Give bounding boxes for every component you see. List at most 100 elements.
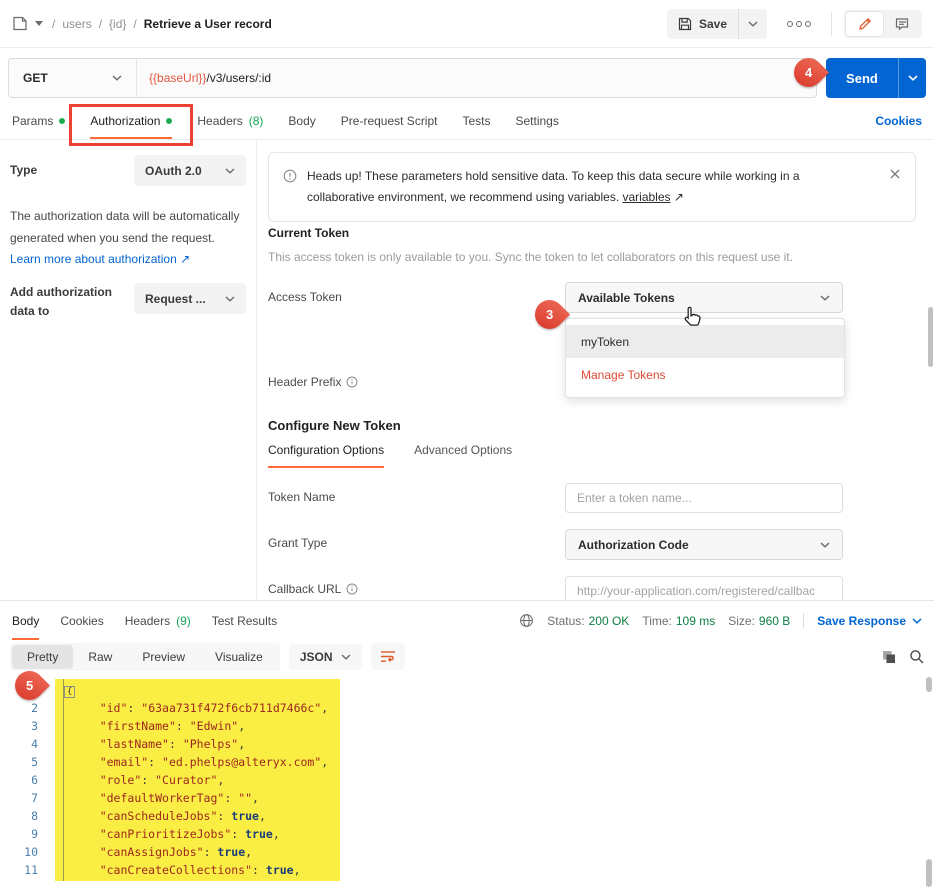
request-tab-settings[interactable]: Settings: [516, 103, 559, 139]
scrollbar-thumb[interactable]: [926, 859, 932, 887]
tab-label: Settings: [516, 114, 559, 128]
config-tab-advanced-options[interactable]: Advanced Options: [414, 443, 512, 468]
line-number[interactable]: 5: [0, 753, 50, 771]
send-button[interactable]: Send: [826, 58, 926, 98]
save-response-button[interactable]: Save Response: [817, 614, 922, 628]
top-bar: / users / {id} / Retrieve a User record …: [0, 0, 934, 48]
save-options-button[interactable]: [738, 9, 767, 39]
add-to-value: Request ...: [145, 292, 206, 306]
breadcrumb-separator: /: [52, 17, 55, 31]
request-tab-headers[interactable]: Headers(8): [197, 103, 263, 139]
line-number[interactable]: 8: [0, 807, 50, 825]
view-tab-pretty[interactable]: Pretty: [12, 645, 73, 669]
add-to-dropdown[interactable]: Request ...: [134, 283, 246, 314]
auth-main-panel: Heads up! These parameters hold sensitiv…: [258, 141, 934, 600]
code-line: 11 "canCreateCollections": true,: [0, 861, 934, 879]
breadcrumb-separator: /: [133, 17, 136, 31]
learn-more-link[interactable]: Learn more about authorization ↗: [10, 252, 190, 266]
edit-comment-group: [844, 10, 922, 38]
request-tab-params[interactable]: Params: [12, 103, 65, 139]
save-label: Save: [699, 17, 727, 31]
code-line: 2 "id": "63aa731f472f6cb711d7466c",: [0, 699, 934, 717]
info-icon: [346, 583, 358, 595]
request-tab-tests[interactable]: Tests: [462, 103, 490, 139]
search-icon[interactable]: [909, 649, 924, 664]
header-prefix-label: Header Prefix: [268, 375, 358, 389]
save-button-group: Save: [667, 9, 767, 39]
scrollbar-thumb[interactable]: [928, 307, 933, 367]
network-globe-icon[interactable]: [519, 613, 534, 628]
chevron-down-icon: [112, 75, 122, 81]
breadcrumb: / users / {id} / Retrieve a User record: [12, 16, 272, 31]
view-tab-preview[interactable]: Preview: [127, 645, 200, 669]
request-file-icon[interactable]: [12, 16, 28, 31]
meta-divider: [803, 613, 804, 628]
line-number[interactable]: 4: [0, 735, 50, 753]
url-input[interactable]: {{baseUrl}}/v3/users/:id: [137, 71, 283, 85]
warning-text: Heads up! These parameters hold sensitiv…: [307, 166, 863, 208]
size-value: 960 B: [759, 614, 790, 628]
fold-toggle-icon[interactable]: {: [64, 686, 75, 698]
breadcrumb-caret-icon[interactable]: [35, 21, 43, 26]
green-dot: [59, 118, 65, 124]
cookies-link[interactable]: Cookies: [875, 114, 922, 128]
response-tab-test-results[interactable]: Test Results: [212, 601, 277, 640]
wrap-lines-button[interactable]: [371, 643, 405, 670]
auth-type-dropdown[interactable]: OAuth 2.0: [134, 155, 246, 186]
alert-circle-icon: [283, 166, 297, 208]
copy-icon[interactable]: [882, 650, 896, 664]
response-tab-headers[interactable]: Headers(9): [125, 601, 191, 640]
breadcrumb-item-id[interactable]: {id}: [109, 17, 126, 31]
callback-url-input[interactable]: [565, 576, 843, 600]
menu-item-mytoken[interactable]: myToken: [566, 325, 844, 358]
request-tab-body[interactable]: Body: [288, 103, 315, 139]
method-dropdown[interactable]: GET: [9, 71, 136, 85]
format-dropdown[interactable]: JSON: [289, 644, 362, 670]
line-number[interactable]: 11: [0, 861, 50, 879]
method-url-field: GET {{baseUrl}}/v3/users/:id: [8, 58, 817, 98]
request-tab-authorization[interactable]: Authorization: [90, 103, 172, 139]
grant-type-dropdown[interactable]: Authorization Code: [565, 529, 843, 560]
type-label: Type: [10, 155, 37, 186]
wrap-text-icon: [380, 650, 396, 663]
line-number[interactable]: 3: [0, 717, 50, 735]
line-number[interactable]: 9: [0, 825, 50, 843]
response-body-editor[interactable]: 1{2 "id": "63aa731f472f6cb711d7466c",3 "…: [0, 673, 934, 891]
status-indicator: Status: 200 OK: [547, 614, 629, 628]
response-panel: Body Cookies Headers(9) Test Results Status…: [0, 600, 934, 891]
menu-item-manage-tokens[interactable]: Manage Tokens: [566, 358, 844, 391]
access-token-value: Available Tokens: [578, 291, 675, 305]
view-tab-raw[interactable]: Raw: [73, 645, 127, 669]
close-icon[interactable]: [889, 166, 901, 208]
comment-button[interactable]: [883, 12, 920, 36]
add-to-label: Add authorization data to: [10, 283, 120, 321]
edit-button[interactable]: [846, 12, 883, 36]
token-name-input[interactable]: [565, 483, 843, 513]
method-value: GET: [23, 71, 48, 85]
breadcrumb-item-users[interactable]: users: [62, 17, 91, 31]
send-label: Send: [826, 58, 898, 98]
variables-link[interactable]: variables: [623, 190, 671, 204]
tab-label: Headers: [197, 114, 242, 128]
view-tab-visualize[interactable]: Visualize: [200, 645, 278, 669]
line-number[interactable]: 2: [0, 699, 50, 717]
save-button[interactable]: Save: [667, 9, 738, 39]
config-tab-configuration-options[interactable]: Configuration Options: [268, 443, 384, 468]
access-token-dropdown[interactable]: Available Tokens: [565, 282, 843, 313]
status-value: 200 OK: [589, 614, 630, 628]
grant-type-label: Grant Type: [268, 536, 327, 550]
more-options-button[interactable]: [779, 15, 819, 33]
response-tab-cookies[interactable]: Cookies: [60, 601, 103, 640]
line-number[interactable]: 10: [0, 843, 50, 861]
line-content: "firstName": "Edwin",: [50, 717, 245, 735]
line-number[interactable]: 7: [0, 789, 50, 807]
scrollbar-thumb[interactable]: [926, 677, 932, 692]
tab-label: Authorization: [90, 114, 160, 128]
send-options-button[interactable]: [898, 58, 926, 98]
request-title[interactable]: Retrieve a User record: [144, 17, 272, 31]
request-tab-pre-request-script[interactable]: Pre-request Script: [341, 103, 438, 139]
tab-label: Body: [288, 114, 315, 128]
chevron-down-icon: [820, 295, 830, 301]
response-tab-body[interactable]: Body: [12, 601, 39, 640]
line-number[interactable]: 6: [0, 771, 50, 789]
